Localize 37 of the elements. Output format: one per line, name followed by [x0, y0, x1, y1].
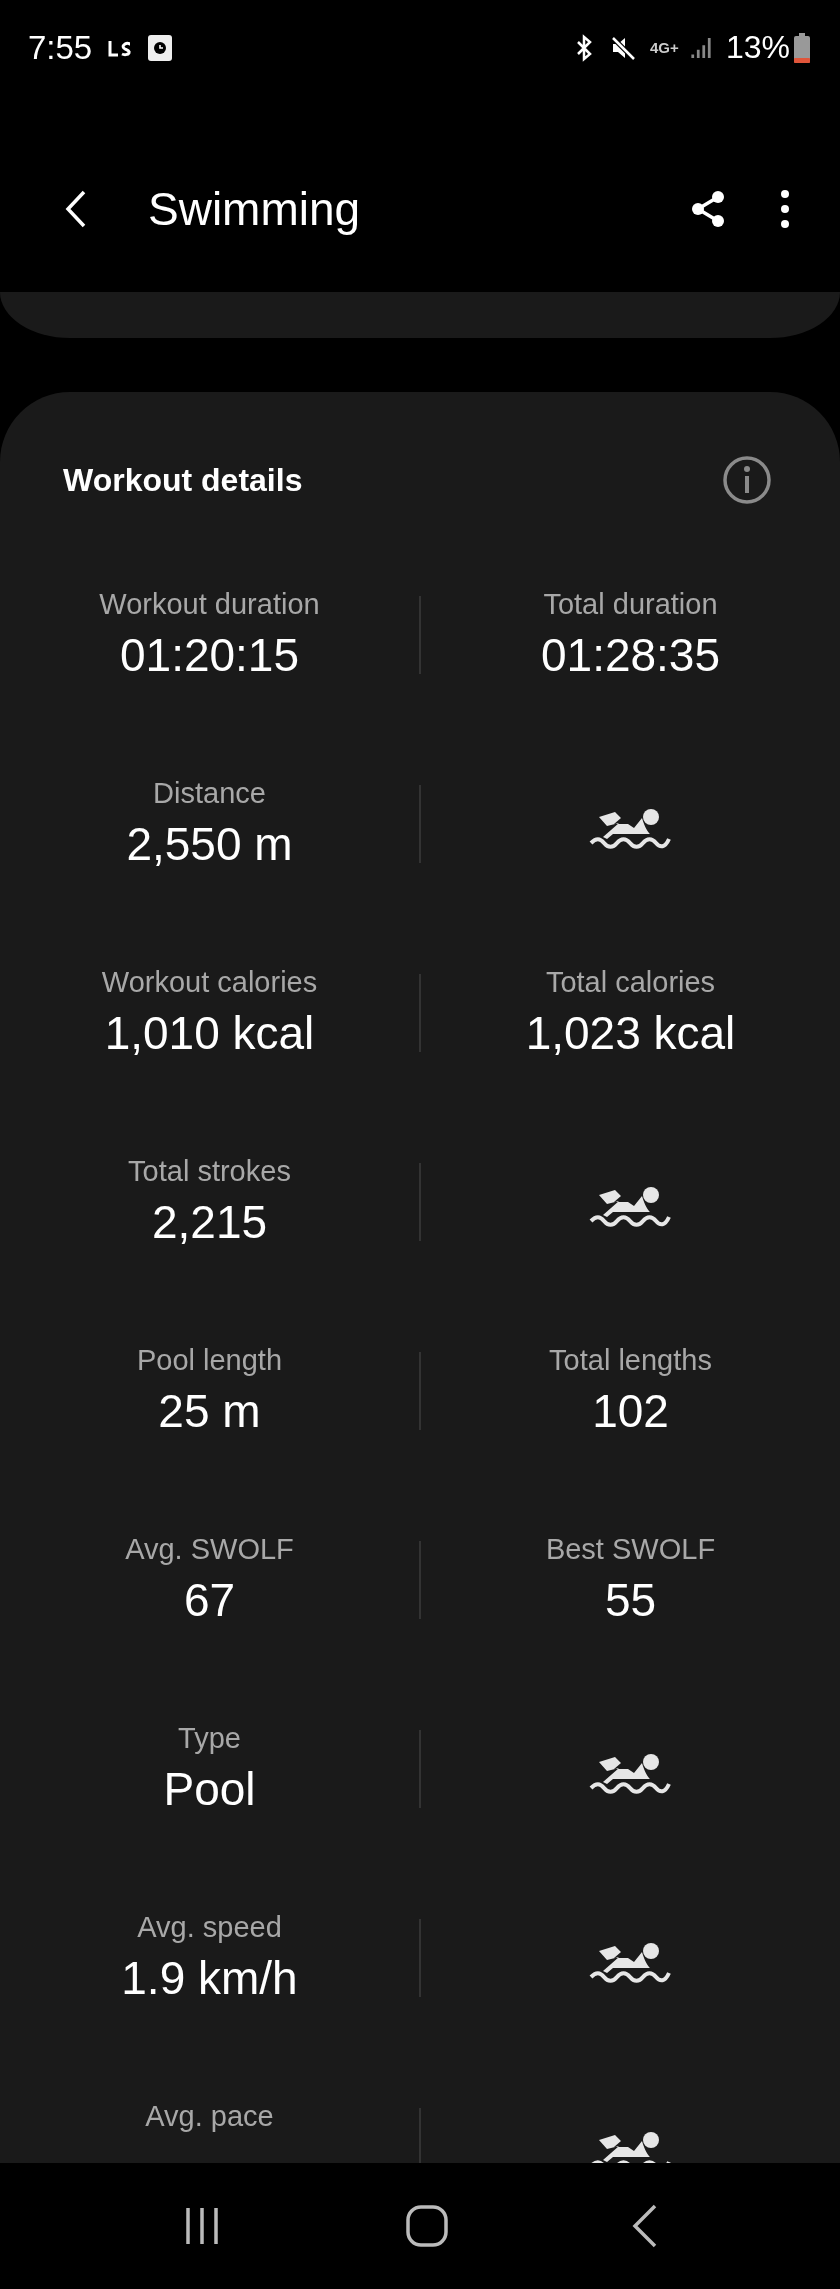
clock-icon: [148, 34, 173, 61]
status-time: 7:55: [28, 28, 93, 67]
stat-label: Total lengths: [549, 1343, 712, 1378]
stat-value: 102: [592, 1384, 669, 1439]
stat-value: 1,010 kcal: [104, 1006, 315, 1061]
battery-percent: 13%: [725, 29, 790, 66]
back-button[interactable]: [64, 189, 88, 229]
stat-value: 1,023 kcal: [525, 1006, 736, 1061]
stat-label: Total strokes: [128, 1154, 291, 1189]
section-title: Workout details: [63, 461, 303, 499]
stat-value: 01:28:35: [540, 628, 721, 683]
stat-label: Avg. pace: [145, 2099, 274, 2134]
page-title: Swimming: [148, 182, 362, 236]
stat-label: Total duration: [543, 587, 718, 622]
stat-label: Total calories: [545, 965, 716, 1000]
stat-label: Best SWOLF: [545, 1532, 716, 1567]
info-button[interactable]: [722, 455, 772, 505]
stat-value: 2,215: [151, 1195, 268, 1250]
stat-value: 67: [183, 1573, 236, 1628]
stat-value: 2,550 m: [126, 817, 293, 872]
mute-icon: [609, 34, 636, 61]
stat-value: 01:20:15: [119, 628, 300, 683]
stat-label: Pool length: [136, 1343, 283, 1378]
home-button[interactable]: [405, 2204, 449, 2248]
stat-value: Pool: [163, 1762, 256, 1817]
stat-label: Type: [178, 1721, 241, 1756]
more-options-button[interactable]: [780, 189, 790, 229]
stat-value: 55: [604, 1573, 657, 1628]
back-nav-button[interactable]: [632, 2204, 659, 2248]
stat-label: Distance: [153, 776, 266, 811]
stat-label: Workout duration: [99, 587, 320, 622]
stat-label: Workout calories: [101, 965, 318, 1000]
stat-label: Avg. SWOLF: [125, 1532, 294, 1567]
stat-label: Avg. speed: [137, 1910, 282, 1945]
stat-value: 25 m: [158, 1384, 261, 1439]
stat-value: 1.9 km/h: [121, 1951, 298, 2006]
battery-icon: [794, 32, 810, 63]
